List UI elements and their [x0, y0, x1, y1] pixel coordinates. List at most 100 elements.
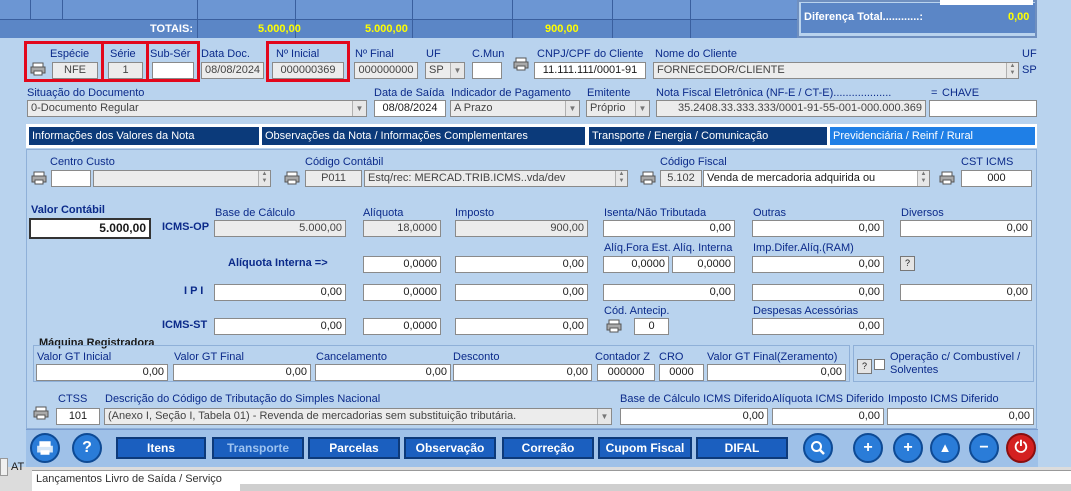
aliq-interna-imposto-field[interactable]: 0,00 [455, 256, 588, 273]
gt-zerado-field[interactable]: 0,00 [707, 364, 846, 381]
situacao-select[interactable]: 0-Documento Regular ▼ [27, 100, 367, 117]
contador-field[interactable]: 000000 [597, 364, 655, 381]
chevron-down-icon[interactable]: ▼ [635, 101, 649, 116]
n-final-field[interactable]: 000000000 [354, 62, 418, 79]
remove-button[interactable]: − [969, 433, 999, 463]
tab-transporte[interactable]: Transporte / Energia / Comunicação [588, 126, 828, 146]
data-doc-field[interactable]: 08/08/2024 [201, 62, 264, 79]
power-button[interactable]: ⏻ [1006, 433, 1036, 463]
ipi-isenta-field[interactable]: 0,00 [603, 284, 735, 301]
combustivel-checkbox[interactable] [874, 359, 885, 370]
up-button[interactable]: ▲ [930, 433, 960, 463]
printer-icon[interactable] [31, 171, 47, 185]
spin-icon[interactable]: ▲ ▼ [615, 171, 627, 186]
st-imposto-field[interactable]: 0,00 [455, 318, 588, 335]
desconto-label: Desconto [453, 351, 500, 363]
chevron-down-icon[interactable]: ▼ [450, 63, 464, 78]
tab-observacoes[interactable]: Observações da Nota / Informações Comple… [261, 126, 586, 146]
cmun-field[interactable] [472, 62, 502, 79]
isenta-field[interactable]: 0,00 [603, 220, 735, 237]
emitente-select[interactable]: Próprio ▼ [586, 100, 650, 117]
add-button[interactable]: + [893, 433, 923, 463]
uf-select[interactable]: SP ▼ [425, 62, 465, 79]
valor-contabil-field[interactable]: 5.000,00 [29, 218, 151, 239]
ipi-base-field[interactable]: 0,00 [214, 284, 346, 301]
printer-icon[interactable] [284, 171, 300, 185]
aliquota-field[interactable]: 18,0000 [363, 220, 441, 237]
difal-button[interactable]: DIFAL [696, 437, 788, 459]
outras-field[interactable]: 0,00 [752, 220, 884, 237]
correcao-button[interactable]: Correção [502, 437, 594, 459]
aliq-fora-field[interactable]: 0,0000 [603, 256, 669, 273]
imposto-field[interactable]: 900,00 [455, 220, 588, 237]
aliq-interna-field[interactable]: 0,0000 [363, 256, 441, 273]
base-field[interactable]: 5.000,00 [214, 220, 346, 237]
gt-final-field[interactable]: 0,00 [173, 364, 311, 381]
cod-antecip-field[interactable]: 0 [634, 318, 669, 335]
help-button[interactable]: ? [72, 433, 102, 463]
codigo-contabil-field[interactable]: P011 [305, 170, 362, 187]
cancelamento-field[interactable]: 0,00 [315, 364, 451, 381]
parcelas-button[interactable]: Parcelas [308, 437, 400, 459]
centro-custo-desc[interactable]: ▲ ▼ [93, 170, 271, 187]
printer-icon[interactable] [33, 406, 49, 420]
cnpj-field[interactable]: 11.111.111/0001-91 [534, 62, 646, 79]
printer-icon[interactable] [30, 62, 46, 76]
diversos-field[interactable]: 0,00 [900, 220, 1032, 237]
combustivel-help-button[interactable]: ? [857, 359, 872, 374]
spin-icon[interactable]: ▲ ▼ [1006, 63, 1018, 78]
imp-dif-field[interactable]: 0,00 [887, 408, 1034, 425]
printer-icon[interactable] [640, 171, 656, 185]
search-button[interactable] [803, 433, 833, 463]
data-saida-field[interactable]: 08/08/2024 [374, 100, 446, 117]
desconto-field[interactable]: 0,00 [453, 364, 592, 381]
despesas-field[interactable]: 0,00 [752, 318, 884, 335]
subserie-field[interactable] [152, 62, 194, 79]
footer-left-handle[interactable] [0, 458, 8, 476]
chevron-down-icon[interactable]: ▼ [565, 101, 579, 116]
codigo-contabil-desc[interactable]: Estq/rec: MERCAD.TRIB.ICMS..vda/dev ▲ ▼ [364, 170, 628, 187]
tab-previdenciaria[interactable]: Previdenciária / Reinf / Rural [829, 126, 1036, 146]
imp-difer-field[interactable]: 0,00 [752, 256, 884, 273]
cupom-fiscal-button[interactable]: Cupom Fiscal [598, 437, 692, 459]
codigo-fiscal-field[interactable]: 5.102 [660, 170, 702, 187]
tab-valores[interactable]: Informações dos Valores da Nota [28, 126, 260, 146]
itens-button[interactable]: Itens [116, 437, 206, 459]
st-base-field[interactable]: 0,00 [214, 318, 346, 335]
printer-icon[interactable] [513, 57, 529, 71]
observacao-button[interactable]: Observação [404, 437, 496, 459]
gt-inicial-field[interactable]: 0,00 [36, 364, 168, 381]
printer-icon[interactable] [606, 319, 622, 333]
codigo-fiscal-desc[interactable]: Venda de mercadoria adquirida ou ▲ ▼ [703, 170, 930, 187]
ctss-desc-field[interactable]: (Anexo I, Seção I, Tabela 01) - Revenda … [104, 408, 612, 425]
printer-icon[interactable] [939, 171, 955, 185]
chevron-down-icon[interactable]: ▼ [352, 101, 366, 116]
aliq-int-field[interactable]: 0,0000 [672, 256, 735, 273]
st-aliq-field[interactable]: 0,0000 [363, 318, 441, 335]
ctss-field[interactable]: 101 [56, 408, 100, 425]
transporte-button[interactable]: Transporte [212, 437, 304, 459]
ipi-diversos-field[interactable]: 0,00 [900, 284, 1032, 301]
spin-icon[interactable]: ▲ ▼ [917, 171, 929, 186]
cro-field[interactable]: 0000 [659, 364, 704, 381]
ipi-imposto-field[interactable]: 0,00 [455, 284, 588, 301]
pagamento-select[interactable]: A Prazo ▼ [450, 100, 580, 117]
nfe-key-field[interactable]: 35.2408.33.333.333/0001-91-55-001-000.00… [656, 100, 926, 117]
add-multiple-button[interactable]: + [853, 433, 883, 463]
nome-cliente-field[interactable]: FORNECEDOR/CLIENTE ▲ ▼ [653, 62, 1019, 79]
especie-field[interactable]: NFE [52, 62, 98, 79]
cst-field[interactable]: 000 [961, 170, 1032, 187]
chevron-down-icon[interactable]: ▼ [597, 409, 611, 424]
n-inicial-field[interactable]: 000000369 [272, 62, 344, 79]
outras-label: Outras [753, 207, 787, 219]
print-button[interactable] [30, 433, 60, 463]
ipi-outras-field[interactable]: 0,00 [752, 284, 884, 301]
centro-custo-field[interactable] [51, 170, 91, 187]
ipi-aliq-field[interactable]: 0,0000 [363, 284, 441, 301]
serie-field[interactable]: 1 [108, 62, 143, 79]
spin-icon[interactable]: ▲ ▼ [258, 171, 270, 186]
help-small-button[interactable]: ? [900, 256, 915, 271]
aliq-dif-field[interactable]: 0,00 [772, 408, 884, 425]
chave-field[interactable] [929, 100, 1037, 117]
base-dif-field[interactable]: 0,00 [620, 408, 768, 425]
